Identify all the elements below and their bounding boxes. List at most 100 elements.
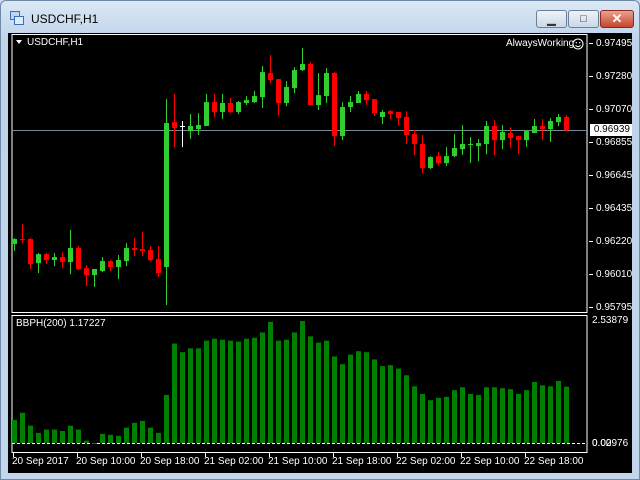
histogram-bar (300, 321, 305, 443)
price-tick: 0.97280 (589, 71, 632, 82)
price-tick: 0.96010 (589, 269, 632, 280)
candle-body (468, 144, 473, 146)
histogram-bar (428, 400, 433, 443)
candle-body (340, 107, 345, 137)
histogram-bar (212, 338, 217, 443)
candle-body (244, 100, 249, 104)
histogram-bar (484, 387, 489, 443)
candle (156, 246, 161, 278)
candle-body (92, 269, 97, 276)
smiley-mouth (575, 44, 581, 48)
candle-body (124, 248, 129, 262)
histogram-bar (340, 364, 345, 443)
candle-body (564, 116, 569, 131)
candle (500, 125, 505, 150)
candle (276, 79, 281, 116)
candle-body (180, 125, 185, 127)
candle-body (172, 122, 177, 129)
candle-body (100, 261, 105, 272)
candle-body (476, 143, 481, 147)
histogram-bar (396, 368, 401, 443)
candle-body (116, 260, 121, 268)
histogram-bar (156, 432, 161, 443)
candle-body (348, 102, 353, 108)
candle (12, 238, 17, 252)
price-chart-svg[interactable] (0, 0, 640, 480)
candle-body (308, 64, 313, 106)
candle (524, 130, 529, 148)
histogram-bar (84, 440, 89, 443)
symbol-label: USDCHF,H1 (27, 37, 84, 48)
time-label: 22 Sep 02:00 (396, 456, 456, 467)
candle-body (292, 70, 297, 89)
smiley-eye-right (579, 42, 581, 44)
candle-body (28, 239, 33, 265)
candle (204, 94, 209, 126)
candle (92, 269, 97, 288)
candle-body (204, 102, 209, 126)
candle-body (236, 102, 241, 113)
candle-body (380, 112, 385, 117)
histogram-bar (100, 433, 105, 443)
time-label: 21 Sep 02:00 (204, 456, 264, 467)
current-price-label: 0.96939 (590, 124, 632, 136)
candle-body (156, 259, 161, 274)
histogram-bar (500, 388, 505, 443)
candle (484, 121, 489, 155)
candle (84, 265, 89, 287)
candle-body (404, 116, 409, 136)
candle (404, 111, 409, 145)
candle (412, 130, 417, 156)
histogram-bar (460, 387, 465, 443)
candle-body (372, 99, 377, 114)
histogram-bar (556, 381, 561, 443)
price-tick: 0.96435 (589, 203, 632, 214)
candle (348, 96, 353, 113)
candle (356, 91, 361, 104)
candle-body (356, 94, 361, 104)
candle-body (436, 156, 441, 164)
indicator-zero-tick: 0.00 (592, 438, 612, 449)
candle (396, 112, 401, 126)
candle (108, 260, 113, 272)
candle-body (52, 257, 57, 261)
candle (340, 102, 345, 141)
candle-body (532, 125, 537, 133)
time-label: 21 Sep 10:00 (268, 456, 328, 467)
histogram-bar (436, 397, 441, 443)
candle-body (60, 257, 65, 263)
candle-body (12, 239, 17, 245)
candle (372, 99, 377, 117)
histogram-bar (532, 381, 537, 443)
histogram-bar (148, 427, 153, 443)
histogram-bar (388, 365, 393, 443)
histogram-bar (92, 443, 97, 444)
candle (188, 114, 193, 140)
histogram-bar (52, 429, 57, 443)
histogram-bar (468, 393, 473, 443)
time-label: 20 Sep 18:00 (140, 456, 200, 467)
histogram-bar (132, 422, 137, 443)
histogram-bar (12, 419, 17, 443)
candle (300, 48, 305, 72)
histogram-bar (332, 356, 337, 443)
time-label: 21 Sep 18:00 (332, 456, 392, 467)
candle-body (556, 116, 561, 123)
candle-body (188, 125, 193, 132)
candle (428, 156, 433, 170)
candle (148, 246, 153, 262)
candle (212, 94, 217, 117)
histogram-bar (220, 339, 225, 443)
histogram-bar (476, 394, 481, 443)
histogram-bar (540, 385, 545, 443)
histogram-bar (276, 340, 281, 443)
candle (468, 137, 473, 164)
chart-menu-triangle-icon[interactable] (16, 40, 22, 44)
candle-body (148, 250, 153, 261)
candle (124, 243, 129, 267)
histogram-bar (324, 340, 329, 443)
histogram-bar (292, 332, 297, 443)
histogram-bar (188, 348, 193, 443)
candle-body (324, 73, 329, 97)
price-tick: 0.97495 (589, 38, 632, 49)
